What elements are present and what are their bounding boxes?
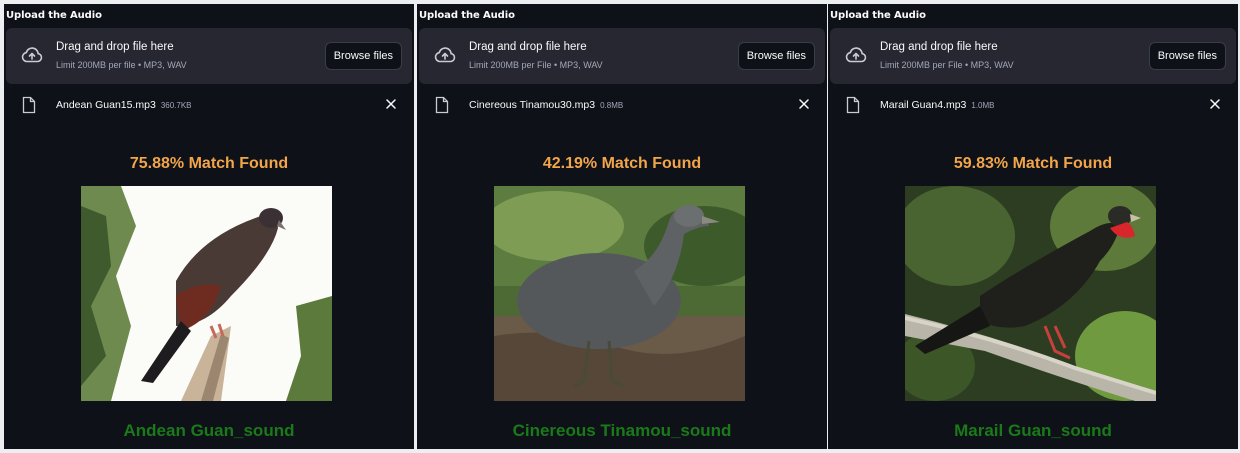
uploaded-file-row: Andean Guan15.mp3 360.7KB bbox=[6, 92, 412, 118]
panel-title: Upload the Audio bbox=[6, 10, 102, 21]
cloud-upload-icon bbox=[434, 47, 456, 63]
match-result: 59.83% Match Found bbox=[953, 155, 1113, 172]
bird-photo bbox=[905, 186, 1156, 401]
dropzone-limit-text: Limit 200MB per File • MP3, WAV bbox=[880, 60, 1014, 70]
match-result: 75.88% Match Found bbox=[129, 155, 289, 172]
file-dropzone[interactable]: Drag and drop file here Limit 200MB per … bbox=[6, 28, 412, 84]
uploaded-file-row: Cinereous Tinamou30.mp3 0.8MB bbox=[419, 92, 825, 118]
close-icon[interactable] bbox=[1208, 97, 1222, 111]
uploaded-file-row: Marail Guan4.mp3 1.0MB bbox=[830, 92, 1236, 118]
species-label: Cinereous Tinamou_sound bbox=[512, 421, 732, 440]
file-icon bbox=[22, 96, 36, 114]
upload-panel-1: Upload the Audio Drag and drop file here… bbox=[4, 4, 414, 449]
file-name: Marail Guan4.mp3 1.0MB bbox=[880, 99, 995, 111]
dropzone-limit-text: Limit 200MB per File • MP3, WAV bbox=[469, 60, 603, 70]
browse-files-button[interactable]: Browse files bbox=[737, 42, 815, 70]
file-icon bbox=[846, 96, 860, 114]
file-size: 1.0MB bbox=[971, 101, 995, 110]
species-label: Andean Guan_sound bbox=[123, 421, 295, 440]
panel-title: Upload the Audio bbox=[419, 10, 515, 21]
dropzone-title: Drag and drop file here bbox=[880, 41, 998, 53]
close-icon[interactable] bbox=[797, 97, 811, 111]
species-label: Marail Guan_sound bbox=[954, 421, 1112, 440]
file-dropzone[interactable]: Drag and drop file here Limit 200MB per … bbox=[830, 28, 1236, 84]
file-icon bbox=[435, 96, 449, 114]
cloud-upload-icon bbox=[21, 47, 43, 63]
browse-files-button[interactable]: Browse files bbox=[324, 42, 402, 70]
browse-files-button[interactable]: Browse files bbox=[1148, 42, 1226, 70]
file-size: 360.7KB bbox=[160, 101, 192, 110]
dropzone-title: Drag and drop file here bbox=[56, 41, 174, 53]
file-name-text: Cinereous Tinamou30.mp3 bbox=[469, 99, 596, 111]
file-name-text: Andean Guan15.mp3 bbox=[56, 99, 156, 111]
file-name: Andean Guan15.mp3 360.7KB bbox=[56, 99, 192, 111]
close-icon[interactable] bbox=[384, 97, 398, 111]
bird-photo bbox=[81, 186, 332, 401]
file-dropzone[interactable]: Drag and drop file here Limit 200MB per … bbox=[419, 28, 825, 84]
file-name-text: Marail Guan4.mp3 bbox=[880, 99, 967, 111]
file-size: 0.8MB bbox=[600, 101, 624, 110]
match-result: 42.19% Match Found bbox=[542, 155, 702, 172]
upload-panel-2: Upload the Audio Drag and drop file here… bbox=[417, 4, 827, 449]
file-name: Cinereous Tinamou30.mp3 0.8MB bbox=[469, 99, 623, 111]
cloud-upload-icon bbox=[845, 47, 867, 63]
upload-panel-3: Upload the Audio Drag and drop file here… bbox=[828, 4, 1238, 449]
dropzone-limit-text: Limit 200MB per file • MP3, WAV bbox=[56, 60, 187, 70]
dropzone-title: Drag and drop file here bbox=[469, 41, 587, 53]
bird-photo bbox=[494, 186, 745, 401]
panel-title: Upload the Audio bbox=[830, 10, 926, 21]
